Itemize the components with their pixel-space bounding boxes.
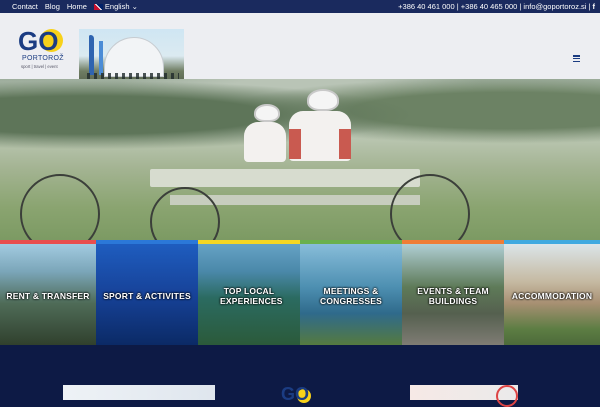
top-link-home[interactable]: Home: [67, 2, 87, 11]
rider-left: [240, 104, 290, 164]
tile-label: MEETINGS & CONGRESSES: [320, 286, 382, 306]
tile-rent-transfer[interactable]: RENT & TRANSFER: [0, 240, 96, 345]
footer-logo-text: GO: [281, 384, 310, 404]
banner-flag-2: [99, 41, 103, 75]
ferris-wheel-image: [496, 385, 518, 407]
tile-sport-activities[interactable]: SPORT & ACTIVITES: [96, 240, 198, 345]
logo-city-text: PORTOROŽ: [22, 55, 64, 62]
top-links: Contact Blog Home English ⌄: [12, 2, 138, 11]
tile-color-bar: [0, 240, 96, 244]
tile-label: SPORT & ACTIVITES: [103, 291, 191, 301]
hamburger-icon[interactable]: [573, 55, 580, 62]
hero-slider[interactable]: [0, 79, 600, 240]
language-label: English: [104, 2, 130, 11]
bench: [150, 169, 420, 187]
content-card-left[interactable]: [63, 385, 215, 400]
tile-top-local-experiences[interactable]: TOP LOCAL EXPERIENCES: [198, 240, 300, 345]
banner-flag: [89, 35, 94, 75]
top-bar: Contact Blog Home English ⌄ +386 40 461 …: [0, 0, 600, 13]
tile-color-bar: [198, 240, 300, 244]
tile-label: ACCOMMODATION: [511, 291, 593, 301]
tile-label: RENT & TRANSFER: [6, 291, 90, 301]
logo-tagline: sport | travel | event: [21, 64, 58, 69]
facebook-icon[interactable]: f: [593, 2, 596, 11]
uk-flag-icon: [93, 4, 103, 11]
service-tiles: RENT & TRANSFER SPORT & ACTIVITES TOP LO…: [0, 240, 600, 345]
contact-info: +386 40 461 000 | +386 40 465 000 | info…: [398, 2, 595, 11]
content-card-right[interactable]: [410, 385, 518, 407]
contact-details[interactable]: +386 40 461 000 | +386 40 465 000 | info…: [398, 2, 590, 11]
dome-tent: [104, 37, 164, 77]
tile-accommodation[interactable]: ACCOMMODATION: [504, 240, 600, 345]
tile-label: EVENTS & TEAM BUILDINGS: [417, 286, 489, 306]
site-header: GO PORTOROŽ sport | travel | event: [0, 13, 600, 89]
tile-color-bar: [504, 240, 600, 244]
site-logo[interactable]: GO PORTOROŽ sport | travel | event: [18, 27, 70, 73]
chevron-down-icon: ⌄: [131, 2, 138, 11]
bike-wheel: [20, 174, 100, 240]
bike-wheel: [390, 174, 470, 240]
tile-events-team-buildings[interactable]: EVENTS & TEAM BUILDINGS: [402, 240, 504, 345]
top-link-blog[interactable]: Blog: [45, 2, 60, 11]
footer-logo: GO: [281, 384, 323, 404]
rider-right: [285, 89, 355, 169]
language-selector[interactable]: English ⌄: [93, 2, 138, 11]
logo-go-text: GO: [18, 26, 59, 56]
tile-color-bar: [300, 240, 402, 244]
tile-color-bar: [96, 240, 198, 244]
tile-meetings-congresses[interactable]: MEETINGS & CONGRESSES: [300, 240, 402, 345]
content-section: GO: [0, 345, 600, 407]
top-link-contact[interactable]: Contact: [12, 2, 38, 11]
tile-label: TOP LOCAL EXPERIENCES: [220, 286, 283, 306]
tile-color-bar: [402, 240, 504, 244]
